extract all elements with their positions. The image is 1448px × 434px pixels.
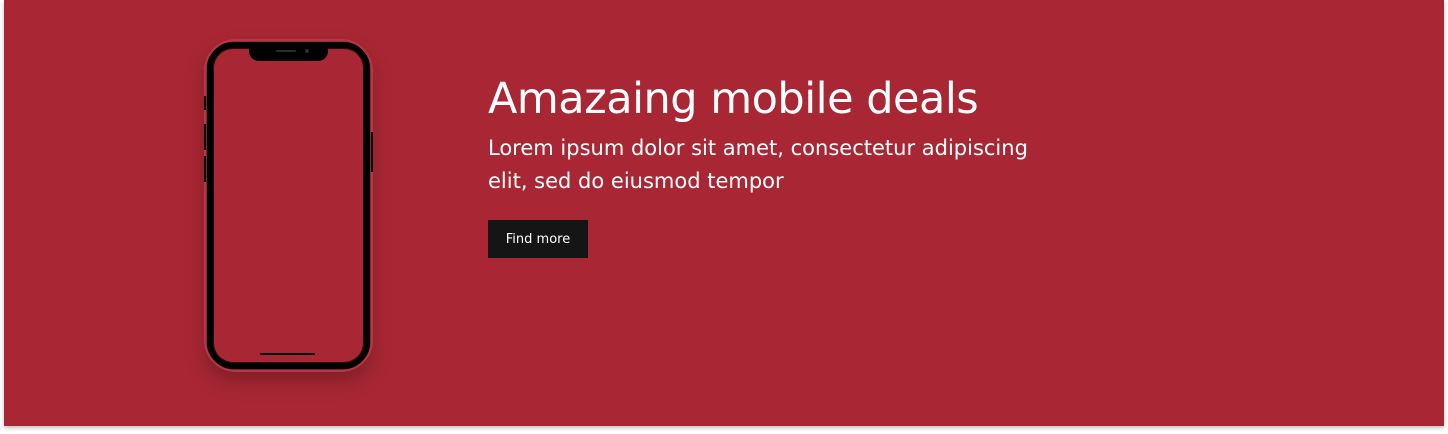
phone-volume-down-button (204, 156, 206, 182)
phone-speaker (276, 50, 296, 52)
hero-title: Amazaing mobile deals (488, 74, 979, 124)
phone-camera (305, 49, 309, 53)
phone-home-indicator (260, 353, 315, 355)
phone-notch (249, 46, 328, 61)
hero-content: Amazaing mobile deals Lorem ipsum dolor … (488, 70, 1088, 198)
hero-banner: Amazaing mobile deals Lorem ipsum dolor … (4, 0, 1444, 426)
page: Amazaing mobile deals Lorem ipsum dolor … (0, 0, 1448, 434)
phone-mute-switch (204, 96, 206, 110)
smartphone-mockup-icon (204, 39, 373, 372)
phone-power-button (371, 132, 373, 172)
hero-description: Lorem ipsum dolor sit amet, consectetur … (488, 136, 1028, 193)
find-more-button[interactable]: Find more (488, 220, 588, 258)
phone-volume-up-button (204, 124, 206, 150)
